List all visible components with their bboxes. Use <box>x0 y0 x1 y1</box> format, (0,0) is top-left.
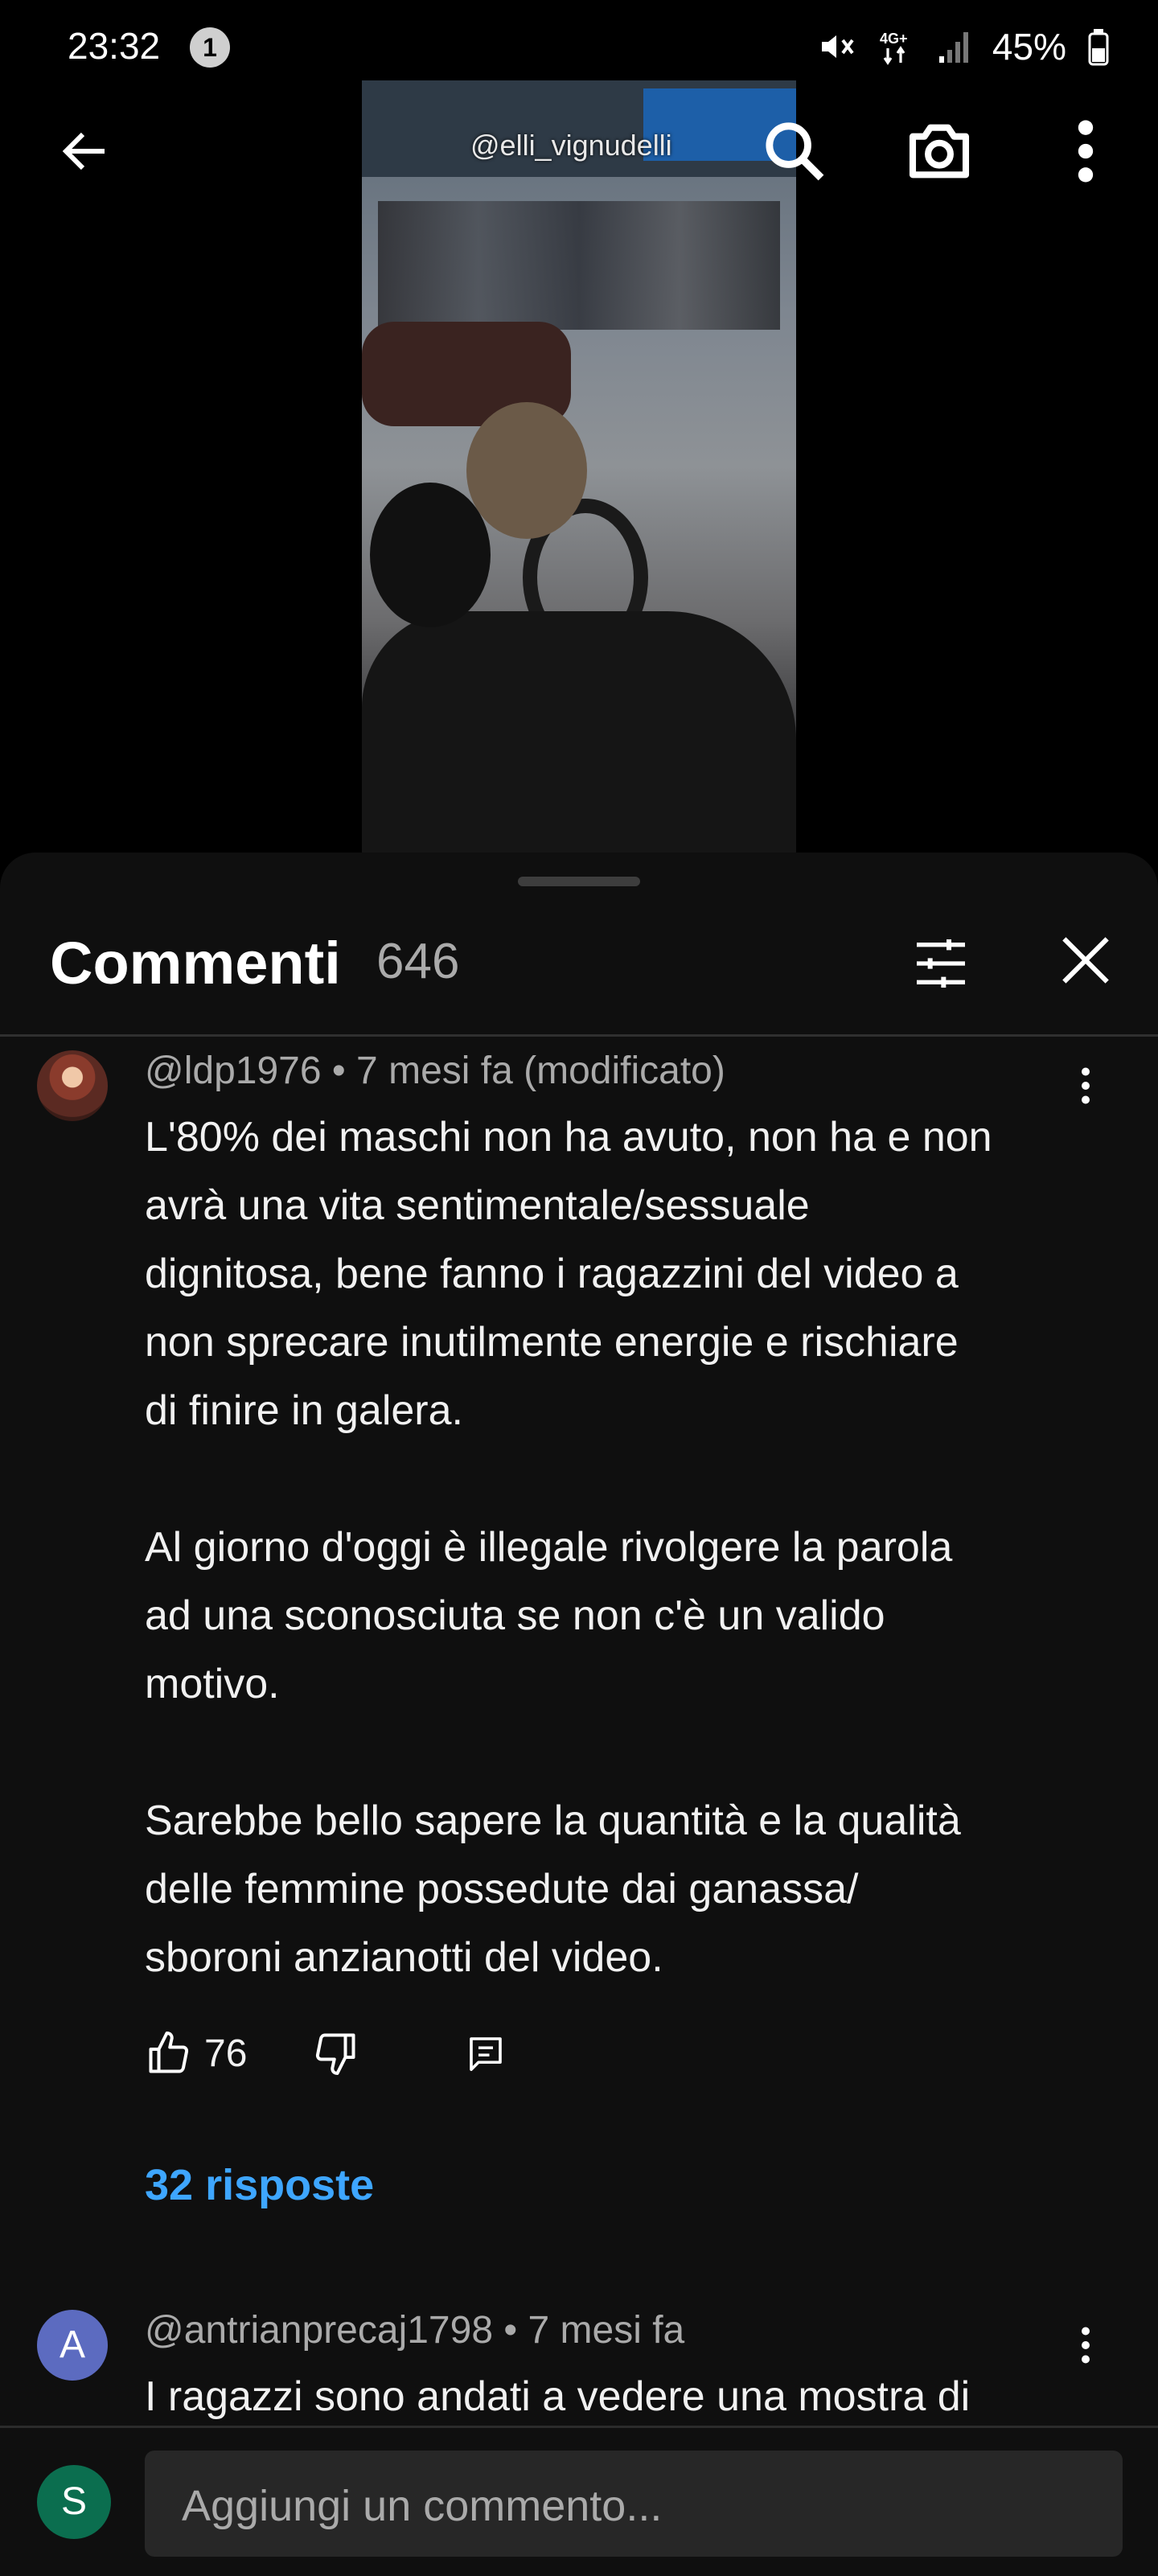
status-icons: 4G+ 45% <box>817 24 1110 69</box>
video-player[interactable]: @elli_vignudelli <box>0 80 1158 853</box>
thumbs-down-icon[interactable] <box>311 2029 359 2077</box>
comments-count: 646 <box>376 934 460 989</box>
status-bar: 23:32 1 4G+ 45% <box>0 0 1158 88</box>
video-scene-person-fg <box>362 611 796 853</box>
video-scene-crowd <box>378 201 780 330</box>
comments-sheet: Commenti 646 @ldp1976 • 7 mesi fa (modif… <box>0 853 1158 2574</box>
more-vert-icon[interactable] <box>1062 116 1110 187</box>
sheet-divider <box>0 1034 1158 1037</box>
comment-time: 7 mesi fa <box>528 2309 685 2352</box>
mute-icon <box>821 35 854 58</box>
comment-meta: @ldp1976 • 7 mesi fa (modificato) <box>145 1050 725 1092</box>
back-arrow-icon[interactable] <box>56 122 114 180</box>
thumbs-up-icon[interactable] <box>145 2029 193 2077</box>
network-4g-icon: 4G+ <box>880 31 908 65</box>
video-watermark: @elli_vignudelli <box>470 129 672 162</box>
more-vert-icon[interactable] <box>1068 2321 1103 2369</box>
comment-author[interactable]: @ldp1976 <box>145 1050 322 1092</box>
drag-handle[interactable] <box>518 877 640 886</box>
comment-time: 7 mesi fa (modificato) <box>356 1050 725 1092</box>
comment-input[interactable]: Aggiungi un commento... <box>145 2451 1123 2557</box>
signal-icon <box>938 32 968 63</box>
notification-badge: 1 <box>190 27 230 68</box>
avatar[interactable] <box>37 1050 108 1121</box>
video-scene-person-head <box>466 402 587 539</box>
video-frame[interactable]: @elli_vignudelli <box>362 80 796 853</box>
comment-meta: @antrianprecaj1798 • 7 mesi fa <box>145 2309 685 2352</box>
comment-input-placeholder: Aggiungi un commento... <box>182 2482 663 2530</box>
search-icon[interactable] <box>759 116 830 187</box>
filter-icon[interactable] <box>909 931 973 996</box>
avatar[interactable]: A <box>37 2310 108 2381</box>
comment-author[interactable]: @antrianprecaj1798 <box>145 2309 493 2352</box>
more-vert-icon[interactable] <box>1068 1062 1103 1110</box>
svg-text:4G+: 4G+ <box>880 31 908 47</box>
comment-input-bar: S Aggiungi un commento... <box>0 2426 1158 2576</box>
battery-percent: 45% <box>992 26 1066 68</box>
comment-actions: 76 <box>145 2025 507 2081</box>
comment-text: I ragazzi sono andati a vedere una mostr… <box>145 2373 971 2420</box>
close-icon[interactable] <box>1053 928 1118 992</box>
comment-text: L'80% dei maschi non ha avuto, non ha e … <box>145 1114 992 1981</box>
status-time: 23:32 <box>68 25 161 67</box>
user-avatar[interactable]: S <box>37 2465 111 2539</box>
comments-title: Commenti <box>50 930 341 996</box>
reply-icon[interactable] <box>464 2032 507 2075</box>
video-scene-head-fg <box>370 483 491 627</box>
replies-link[interactable]: 32 risposte <box>145 2160 374 2210</box>
camera-icon[interactable] <box>904 116 975 187</box>
battery-icon <box>1088 29 1109 66</box>
like-count: 76 <box>204 2032 248 2075</box>
